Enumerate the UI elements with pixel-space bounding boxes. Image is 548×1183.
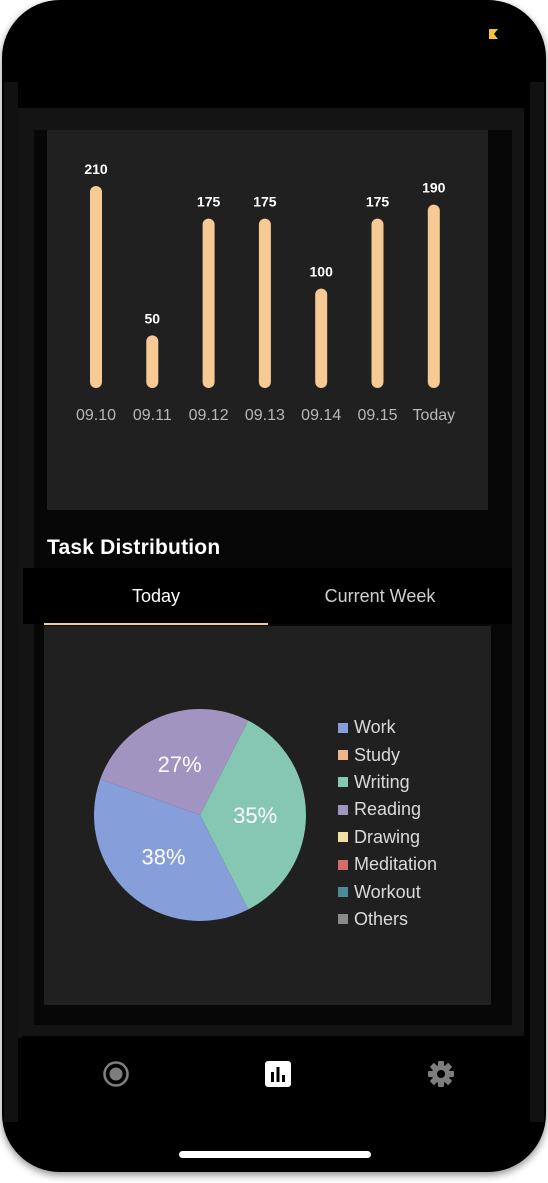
- legend-label: Others: [354, 908, 409, 929]
- legend-label: Meditation: [354, 854, 438, 875]
- bar-value-label: 175: [366, 194, 390, 210]
- x-tick-label: 09.11: [133, 407, 172, 424]
- tab-current-week[interactable]: Current Week: [268, 568, 492, 624]
- frame-edge-left: [4, 82, 18, 1122]
- pie-percent-label: 35%: [233, 803, 277, 828]
- legend-item-study: Study: [338, 741, 437, 768]
- legend-swatch: [338, 804, 348, 815]
- gear-icon: [428, 1061, 454, 1087]
- legend-item-others: Others: [338, 906, 437, 933]
- record-icon: [103, 1061, 129, 1087]
- x-tick-label: 09.12: [189, 407, 229, 424]
- bar-value-label: 210: [84, 161, 108, 177]
- home-indicator[interactable]: [179, 1151, 371, 1158]
- distribution-tabs: Today Current Week: [23, 568, 512, 625]
- bar-value-label: 175: [197, 194, 221, 210]
- nav-record-button[interactable]: [96, 1054, 136, 1094]
- legend-label: Drawing: [354, 826, 421, 847]
- nav-settings-button[interactable]: [421, 1054, 461, 1094]
- legend-item-writing: Writing: [338, 769, 437, 796]
- frame-edge-right: [530, 82, 544, 1122]
- legend-swatch: [338, 777, 348, 788]
- section-title: Task Distribution: [47, 536, 221, 559]
- bar-chart-icon: [265, 1061, 291, 1087]
- bar-value-label: 100: [310, 264, 334, 280]
- daily-bar-chart: 210 09.10 50 09.11 175 09.12 175 09.13 100 09.14 1…: [47, 130, 488, 510]
- bottom-navigation: [22, 1036, 524, 1118]
- x-tick-label: 09.13: [245, 407, 285, 424]
- legend-label: Writing: [354, 771, 410, 792]
- legend-item-work: Work: [338, 714, 437, 741]
- legend-item-reading: Reading: [338, 796, 437, 823]
- tab-today[interactable]: Today: [44, 568, 268, 624]
- task-distribution-pie: 35% 38% 27% Work Study Writing Reading Drawing…: [44, 626, 491, 1005]
- legend-swatch: [338, 832, 348, 843]
- legend-swatch: [338, 750, 348, 761]
- legend-swatch: [338, 859, 348, 870]
- legend-item-drawing: Drawing: [338, 824, 437, 851]
- pie-legend: Work Study Writing Reading Drawing Meditation…: [338, 714, 437, 933]
- legend-label: Reading: [354, 799, 422, 820]
- legend-item-meditation: Meditation: [338, 851, 437, 878]
- legend-label: Work: [354, 717, 396, 738]
- legend-swatch: [338, 722, 348, 733]
- pie-percent-label: 38%: [142, 844, 186, 869]
- bar-value-label: 175: [253, 194, 277, 210]
- x-tick-label: 09.10: [76, 407, 116, 424]
- bar-value-label: 190: [422, 180, 446, 196]
- legend-label: Workout: [354, 881, 421, 902]
- x-tick-label: Today: [412, 407, 455, 424]
- legend-item-workout: Workout: [338, 878, 437, 905]
- selected-tab-indicator: [44, 623, 268, 625]
- legend-swatch: [338, 914, 348, 925]
- legend-swatch: [338, 887, 348, 898]
- nav-stats-button[interactable]: [258, 1054, 298, 1094]
- bar-chart-svg: 210 09.10 50 09.11 175 09.12 175 09.13 100 09.14 1…: [76, 161, 455, 424]
- pie-percent-label: 27%: [158, 752, 202, 777]
- x-tick-label: 09.14: [301, 407, 341, 424]
- bar-value-label: 50: [145, 310, 161, 326]
- x-tick-label: 09.15: [357, 407, 397, 424]
- legend-label: Study: [354, 744, 401, 765]
- status-indicator-icon: [489, 29, 498, 39]
